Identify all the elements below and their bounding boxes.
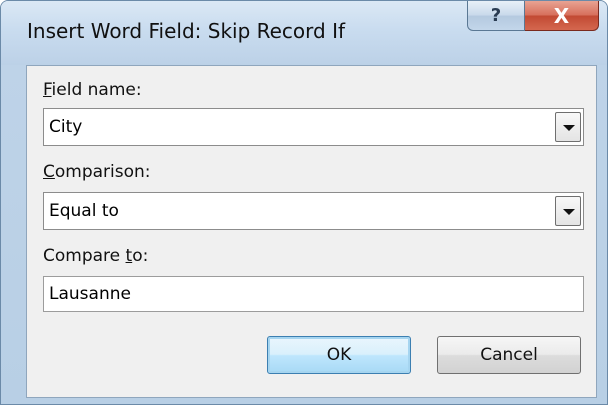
field-name-value: City	[49, 117, 83, 137]
close-button[interactable]: X	[525, 1, 599, 31]
field-name-dropdown-button[interactable]	[555, 112, 581, 142]
close-icon: X	[553, 3, 570, 28]
ok-button[interactable]: OK	[267, 336, 411, 374]
cancel-button[interactable]: Cancel	[437, 336, 581, 374]
help-icon: ?	[490, 5, 502, 26]
comparison-value: Equal to	[49, 201, 119, 221]
field-name-label: Field name:	[43, 80, 142, 100]
dialog-body: Field name: City Comparison: Equal to Co…	[26, 65, 597, 398]
field-name-select[interactable]: City	[43, 108, 584, 146]
comparison-dropdown-button[interactable]	[555, 196, 581, 226]
compare-to-label: Compare to:	[43, 246, 149, 266]
dialog-window: Insert Word Field: Skip Record If ? X Fi…	[0, 0, 608, 405]
help-button[interactable]: ?	[467, 1, 525, 31]
comparison-select[interactable]: Equal to	[43, 192, 584, 230]
comparison-label: Comparison:	[43, 162, 151, 182]
title-bar[interactable]: Insert Word Field: Skip Record If ? X	[1, 1, 607, 65]
dialog-title: Insert Word Field: Skip Record If	[27, 19, 346, 43]
compare-to-value: Lausanne	[49, 284, 131, 304]
caption-buttons: ? X	[467, 1, 599, 31]
compare-to-input[interactable]: Lausanne	[43, 276, 584, 312]
